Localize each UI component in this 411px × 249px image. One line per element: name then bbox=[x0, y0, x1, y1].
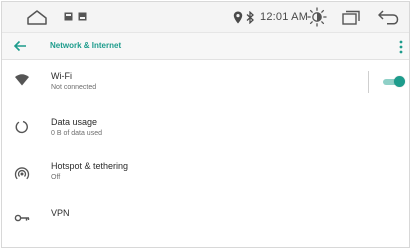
data-usage-icon bbox=[14, 119, 30, 135]
setting-subtitle: Not connected bbox=[51, 84, 97, 91]
setting-title: Hotspot & tethering bbox=[51, 161, 129, 171]
setting-title: VPN bbox=[51, 208, 70, 218]
recents-icon[interactable] bbox=[342, 10, 360, 25]
setting-row-wifi[interactable]: Wi-Fi Not connected bbox=[2, 60, 409, 104]
notification-badge-icon bbox=[64, 12, 73, 21]
notification-badge-icon bbox=[78, 12, 87, 21]
clock: 12:01 AM bbox=[260, 11, 309, 23]
setting-subtitle: 0 B of data used bbox=[51, 130, 102, 137]
location-icon bbox=[232, 10, 244, 24]
arrow-left-icon[interactable] bbox=[13, 39, 27, 53]
setting-row-vpn[interactable]: VPN bbox=[2, 195, 409, 239]
more-vert-icon[interactable] bbox=[398, 39, 404, 55]
setting-title: Wi-Fi bbox=[51, 71, 72, 81]
setting-title: Data usage bbox=[51, 117, 98, 127]
toggle-thumb bbox=[394, 76, 405, 87]
back-icon[interactable] bbox=[377, 9, 399, 25]
brightness-icon[interactable] bbox=[307, 7, 327, 27]
vpn-key-icon bbox=[14, 210, 30, 226]
wifi-icon bbox=[14, 72, 30, 88]
setting-row-hotspot[interactable]: Hotspot & tethering Off bbox=[2, 150, 409, 194]
wifi-toggle[interactable] bbox=[383, 76, 405, 88]
hotspot-icon bbox=[14, 166, 30, 182]
setting-row-data-usage[interactable]: Data usage 0 B of data used bbox=[2, 104, 409, 148]
app-bar: Network & Internet bbox=[2, 33, 409, 60]
home-icon[interactable] bbox=[26, 9, 48, 25]
android-settings-screen: 12:01 AM Network & Internet Wi-Fi Not co… bbox=[1, 1, 410, 248]
page-title: Network & Internet bbox=[50, 41, 122, 50]
setting-subtitle: Off bbox=[51, 174, 61, 181]
status-bar: 12:01 AM bbox=[2, 2, 409, 33]
divider bbox=[368, 71, 369, 93]
bluetooth-icon bbox=[245, 10, 255, 24]
